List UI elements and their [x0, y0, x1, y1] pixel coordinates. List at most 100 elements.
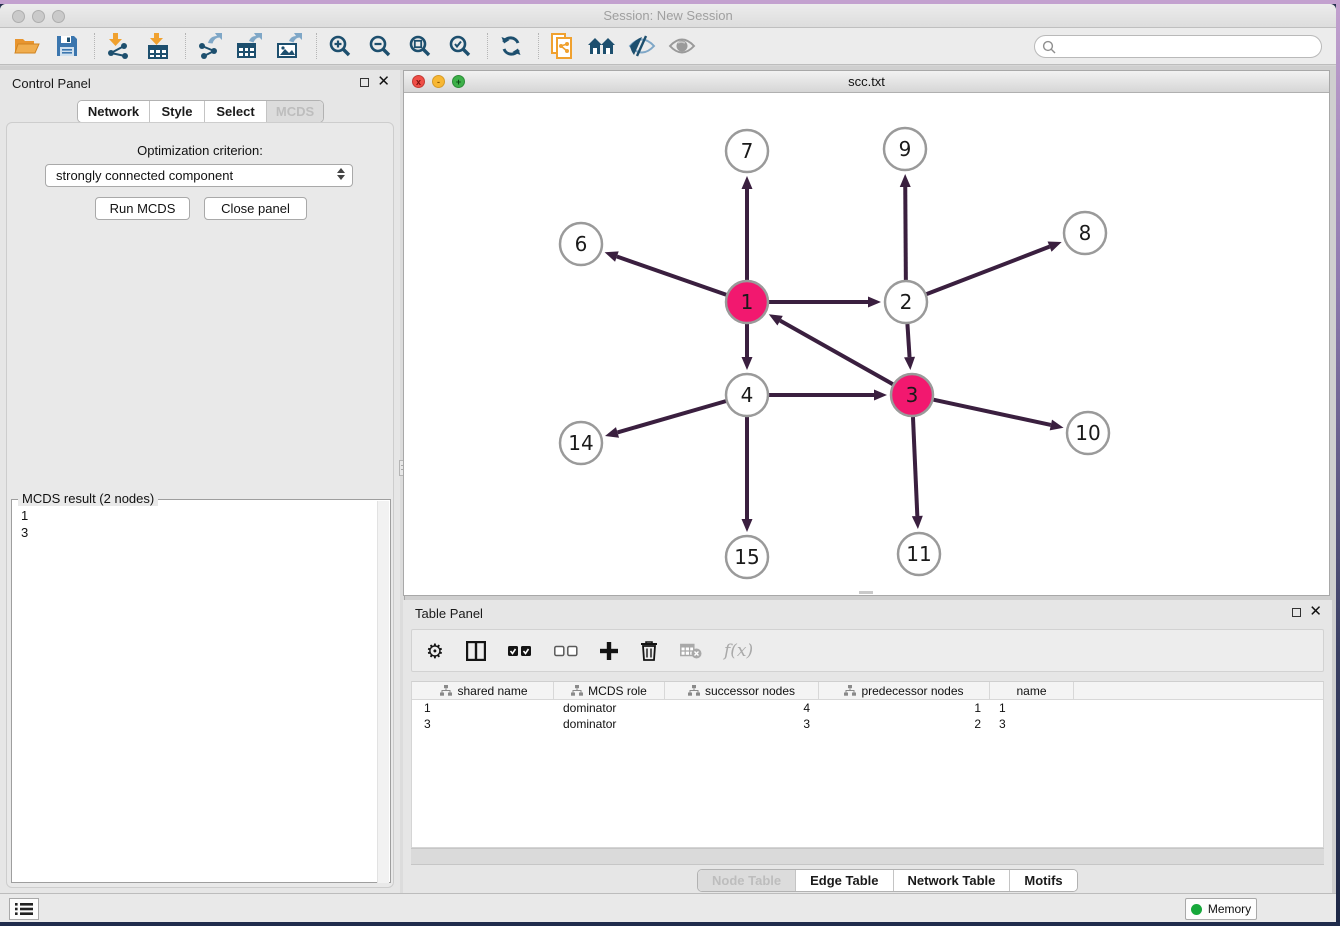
deselect-all-checks-icon[interactable]: [554, 639, 578, 663]
edge-arrowhead: [742, 519, 753, 532]
node-table[interactable]: shared name MCDS role successor nodes prede…: [411, 681, 1324, 848]
tab-network-table[interactable]: Network Table: [894, 870, 1011, 891]
table-cell: 3: [665, 716, 819, 732]
edge-3-11[interactable]: [913, 417, 917, 516]
table-cell: 2: [819, 716, 990, 732]
table-cell: 3: [990, 716, 1074, 732]
edge-2-8[interactable]: [927, 247, 1050, 294]
edge-arrowhead: [605, 251, 619, 261]
tab-node-table[interactable]: Node Table: [698, 870, 796, 891]
edge-2-9[interactable]: [905, 187, 906, 280]
mcds-result-text: 1 3: [12, 500, 390, 541]
close-panel-button[interactable]: Close panel: [204, 197, 307, 220]
memory-label: Memory: [1208, 902, 1251, 916]
criterion-select[interactable]: strongly connected component: [45, 164, 353, 187]
edge-1-6[interactable]: [617, 257, 726, 295]
zoom-in-icon[interactable]: [325, 32, 355, 60]
column-header-label: successor nodes: [705, 684, 795, 698]
delete-table-icon[interactable]: [680, 639, 702, 663]
select-stepper-icon: [337, 168, 345, 180]
export-table-icon[interactable]: [234, 32, 264, 60]
export-image-icon[interactable]: [274, 32, 304, 60]
tab-network[interactable]: Network: [78, 101, 150, 122]
export-network-icon[interactable]: [194, 32, 224, 60]
column-header-successor-nodes[interactable]: successor nodes: [665, 682, 819, 699]
save-session-icon[interactable]: [52, 32, 82, 60]
column-header-predecessor-nodes[interactable]: predecessor nodes: [819, 682, 990, 699]
column-type-icon: [571, 685, 583, 696]
mcds-result-box[interactable]: MCDS result (2 nodes) 1 3: [11, 499, 391, 883]
toolbar-search[interactable]: [1034, 35, 1322, 58]
network-view-window: x - + scc.txt 7968124314101511: [403, 70, 1330, 596]
toggle-graphics-details-icon[interactable]: [627, 32, 657, 60]
graph-node-label: 4: [741, 383, 754, 407]
tab-motifs[interactable]: Motifs: [1010, 870, 1076, 891]
control-panel-title: Control Panel: [12, 76, 91, 91]
toolbar-separator: [487, 33, 488, 59]
list-icon: [15, 902, 33, 916]
tab-mcds[interactable]: MCDS: [267, 101, 323, 122]
tab-edge-table[interactable]: Edge Table: [796, 870, 893, 891]
table-footer-strip: [411, 848, 1324, 865]
import-network-icon[interactable]: [103, 32, 133, 60]
table-cell: 1: [819, 700, 990, 716]
column-layout-icon[interactable]: [466, 639, 486, 663]
graph-node-label: 9: [899, 137, 912, 161]
delete-column-icon[interactable]: [640, 639, 658, 663]
zoom-selected-icon[interactable]: [445, 32, 475, 60]
function-builder-icon[interactable]: f(x): [724, 639, 753, 663]
edge-4-14[interactable]: [618, 401, 726, 432]
graph-node-label: 14: [568, 431, 593, 455]
desktop-edge-right: [1336, 0, 1340, 926]
graph-node-label: 10: [1075, 421, 1100, 445]
column-header-label: predecessor nodes: [861, 684, 963, 698]
edge-2-3[interactable]: [907, 324, 909, 357]
run-mcds-button[interactable]: Run MCDS: [95, 197, 190, 220]
control-panel-header: Control Panel ✕: [0, 70, 400, 98]
edge-3-10[interactable]: [934, 400, 1051, 425]
import-table-icon[interactable]: [143, 32, 173, 60]
status-bar: Memory: [0, 893, 1336, 922]
window-titlebar: Session: New Session: [0, 4, 1336, 28]
mcds-result-title: MCDS result (2 nodes): [18, 491, 158, 506]
zoom-fit-icon[interactable]: [405, 32, 435, 60]
mcds-result-scrollbar[interactable]: [377, 501, 389, 883]
table-panel-close-icon[interactable]: ✕: [1309, 606, 1322, 618]
table-cell: dominator: [554, 716, 665, 732]
refresh-view-icon[interactable]: [496, 32, 526, 60]
network-graph: 7968124314101511: [404, 93, 1329, 595]
session-list-button[interactable]: [9, 898, 39, 920]
toolbar-separator: [316, 33, 317, 59]
clone-network-icon[interactable]: [547, 32, 577, 60]
memory-button[interactable]: Memory: [1185, 898, 1257, 920]
table-tabs: Node Table Edge Table Network Table Moti…: [697, 869, 1078, 892]
tab-select[interactable]: Select: [205, 101, 267, 122]
control-panel-close-icon[interactable]: ✕: [377, 76, 390, 88]
table-row[interactable]: 1dominator411: [412, 700, 1323, 716]
edge-3-1[interactable]: [780, 321, 893, 385]
table-header-row: shared name MCDS role successor nodes prede…: [412, 682, 1323, 700]
edge-arrowhead: [742, 357, 753, 370]
open-session-icon[interactable]: [12, 32, 42, 60]
network-view-titlebar: x - + scc.txt: [404, 71, 1329, 93]
show-hide-view-icon[interactable]: [667, 32, 697, 60]
column-header-name[interactable]: name: [990, 682, 1074, 699]
table-panel-float-icon[interactable]: [1292, 608, 1301, 617]
column-header-label: name: [1016, 684, 1046, 698]
tab-style[interactable]: Style: [150, 101, 205, 122]
graph-node-label: 11: [906, 542, 931, 566]
table-cell: dominator: [554, 700, 665, 716]
column-header-MCDS-role[interactable]: MCDS role: [554, 682, 665, 699]
search-input[interactable]: [1056, 40, 1321, 54]
column-header-label: shared name: [457, 684, 527, 698]
network-canvas[interactable]: 7968124314101511: [404, 93, 1329, 595]
settings-gear-icon[interactable]: ⚙: [426, 639, 444, 663]
network-resize-handle[interactable]: [859, 591, 873, 594]
control-panel-float-icon[interactable]: [360, 78, 369, 87]
zoom-out-icon[interactable]: [365, 32, 395, 60]
table-row[interactable]: 3dominator323: [412, 716, 1323, 732]
home-icon[interactable]: [587, 32, 617, 60]
select-all-checks-icon[interactable]: [508, 639, 532, 663]
add-column-icon[interactable]: [600, 639, 618, 663]
column-header-shared-name[interactable]: shared name: [415, 682, 554, 699]
